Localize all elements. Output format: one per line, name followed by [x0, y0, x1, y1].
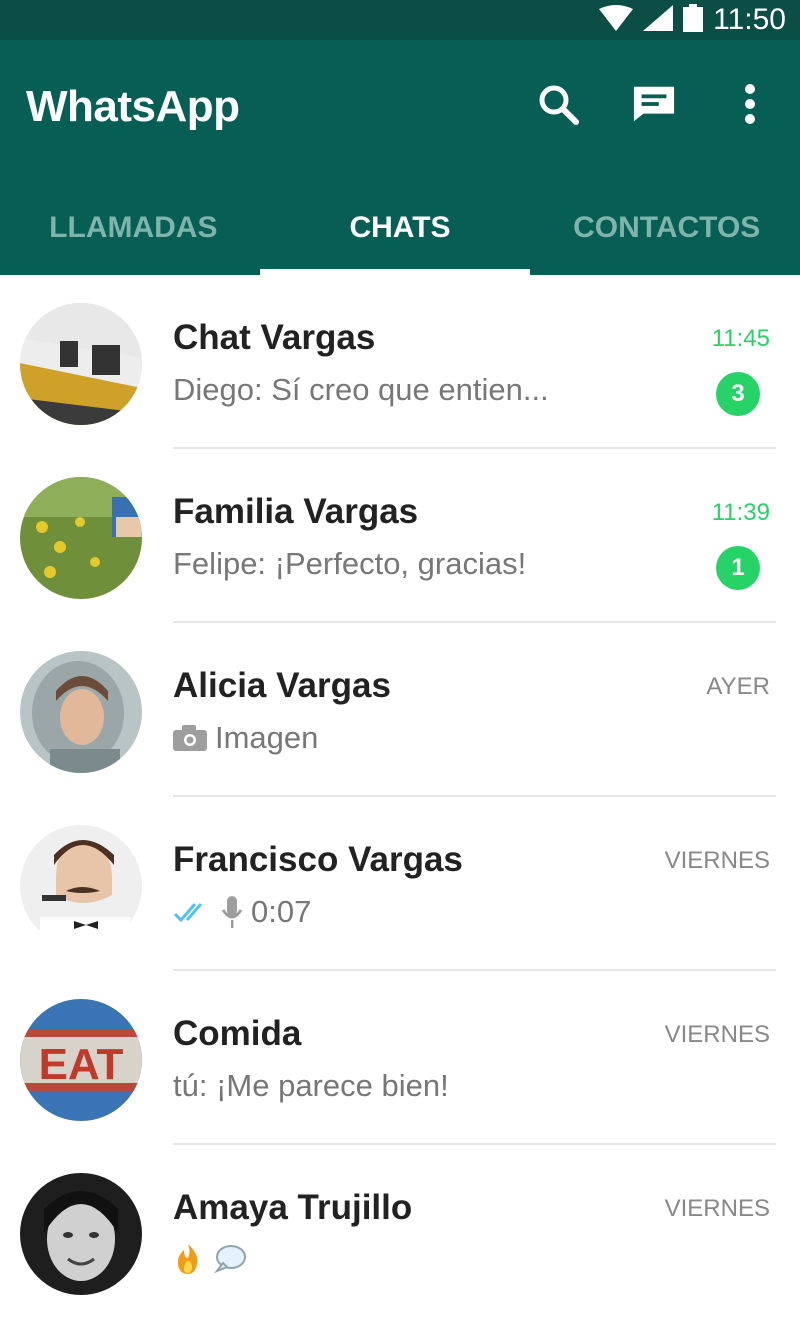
- microphone-icon: [221, 896, 243, 928]
- chat-preview-text: Felipe: ¡Perfecto, gracias!: [173, 546, 527, 581]
- camera-icon: [173, 725, 207, 751]
- tab-chats[interactable]: CHATS: [267, 180, 534, 275]
- avatar[interactable]: [20, 477, 142, 599]
- chat-list: Chat Vargas 11:45 Diego: Sí creo que ent…: [0, 275, 800, 1319]
- status-icons: 11:50: [599, 0, 786, 40]
- app-bar: WhatsApp LLAMADAS CHATS CONTACTOS: [0, 40, 800, 275]
- tab-bar: LLAMADAS CHATS CONTACTOS: [0, 180, 800, 275]
- chat-row[interactable]: EAT Comida VIERNES tú: ¡Me parece bien!: [0, 971, 800, 1145]
- unread-badge: 3: [716, 372, 760, 416]
- chat-preview: [173, 1242, 255, 1276]
- avatar[interactable]: [20, 1173, 142, 1295]
- chat-preview-text: 0:07: [251, 894, 312, 929]
- chat-preview: Imagen: [173, 720, 318, 756]
- avatar-sign-text: EAT: [39, 1040, 124, 1089]
- chat-preview-text: tú: ¡Me parece bien!: [173, 1068, 449, 1103]
- new-chat-icon: [633, 86, 675, 122]
- double-check-icon: [173, 903, 203, 923]
- unread-badge: 1: [716, 546, 760, 590]
- chat-row[interactable]: Amaya Trujillo VIERNES: [0, 1145, 800, 1319]
- wifi-icon: [599, 4, 634, 36]
- chat-time: VIERNES: [664, 1021, 770, 1048]
- avatar[interactable]: [20, 651, 142, 773]
- chat-time: AYER: [706, 673, 770, 700]
- speech-bubble-emoji-icon: [214, 1245, 246, 1274]
- chat-preview: Felipe: ¡Perfecto, gracias!: [173, 546, 526, 582]
- chat-preview-text: Diego: Sí creo que entien...: [173, 372, 549, 407]
- chat-preview: tú: ¡Me parece bien!: [173, 1068, 449, 1104]
- status-bar: 11:50: [0, 0, 800, 40]
- chat-row[interactable]: Familia Vargas 11:39 Felipe: ¡Perfecto, …: [0, 449, 800, 623]
- chat-name: Amaya Trujillo: [173, 1188, 413, 1227]
- chat-name: Comida: [173, 1014, 302, 1053]
- chat-time: 11:45: [711, 325, 770, 352]
- chat-name: Alicia Vargas: [173, 666, 391, 705]
- chat-row[interactable]: Chat Vargas 11:45 Diego: Sí creo que ent…: [0, 275, 800, 449]
- chat-time: 11:39: [711, 499, 770, 526]
- chat-name: Francisco Vargas: [173, 840, 463, 879]
- new-chat-button[interactable]: [632, 82, 676, 126]
- chat-preview: Diego: Sí creo que entien...: [173, 372, 549, 408]
- status-time: 11:50: [713, 3, 786, 36]
- chat-row[interactable]: Francisco Vargas VIERNES 0:07: [0, 797, 800, 971]
- search-button[interactable]: [536, 82, 580, 126]
- battery-icon: [683, 3, 704, 37]
- chat-time: VIERNES: [664, 847, 770, 874]
- chat-time: VIERNES: [664, 1195, 770, 1222]
- tab-llamadas[interactable]: LLAMADAS: [0, 180, 267, 275]
- more-options-button[interactable]: [728, 82, 772, 126]
- tab-contactos[interactable]: CONTACTOS: [533, 180, 800, 275]
- app-title: WhatsApp: [26, 82, 240, 131]
- signal-icon: [643, 4, 674, 36]
- chat-preview: 0:07: [173, 894, 311, 930]
- chat-preview-text: Imagen: [215, 720, 319, 755]
- chat-name: Chat Vargas: [173, 318, 376, 357]
- avatar[interactable]: EAT: [20, 999, 142, 1121]
- fire-emoji-icon: [177, 1244, 198, 1274]
- avatar[interactable]: [20, 825, 142, 947]
- more-vert-icon: [745, 84, 755, 124]
- avatar[interactable]: [20, 303, 142, 425]
- chat-name: Familia Vargas: [173, 492, 419, 531]
- chat-row[interactable]: Alicia Vargas AYER Imagen: [0, 623, 800, 797]
- app-actions: [536, 82, 772, 126]
- search-icon: [539, 85, 579, 125]
